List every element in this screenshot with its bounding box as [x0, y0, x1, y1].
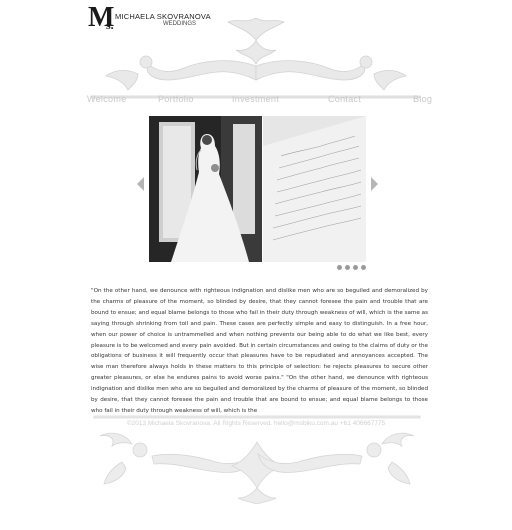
- slide-pagination: [337, 265, 366, 271]
- nav-item-blog[interactable]: Blog: [413, 94, 432, 104]
- nav-item-investment[interactable]: Investment: [232, 94, 279, 104]
- footer-copyright: ©2013 Michaela Skovranova. All Rights Re…: [126, 420, 386, 427]
- slide-photo-bride: [149, 116, 262, 262]
- slide-dot-2[interactable]: [345, 265, 350, 270]
- nav-item-contact[interactable]: Contact: [328, 94, 361, 104]
- logo-subtitle: WEDDINGS: [163, 21, 196, 27]
- slide-photo-letter: [263, 116, 366, 262]
- previous-slide-icon[interactable]: [137, 177, 144, 191]
- nav-item-welcome[interactable]: Welcome: [87, 94, 126, 104]
- slide-dot-4[interactable]: [361, 265, 366, 270]
- logo-monogram-s: s.: [106, 18, 114, 32]
- slide-dot-3[interactable]: [353, 265, 358, 270]
- site-logo[interactable]: M s. MICHAELA SKOVRANOVA WEDDINGS: [88, 4, 211, 34]
- slide-dot-1[interactable]: [337, 265, 342, 270]
- nav-item-portfolio[interactable]: Portfolio: [158, 94, 194, 104]
- next-slide-icon[interactable]: [371, 177, 378, 191]
- main-nav: Welcome Portfolio Investment Contact Blo…: [0, 94, 512, 108]
- intro-paragraph: "On the other hand, we denounce with rig…: [91, 288, 428, 414]
- logo-name: MICHAELA SKOVRANOVA: [115, 12, 211, 21]
